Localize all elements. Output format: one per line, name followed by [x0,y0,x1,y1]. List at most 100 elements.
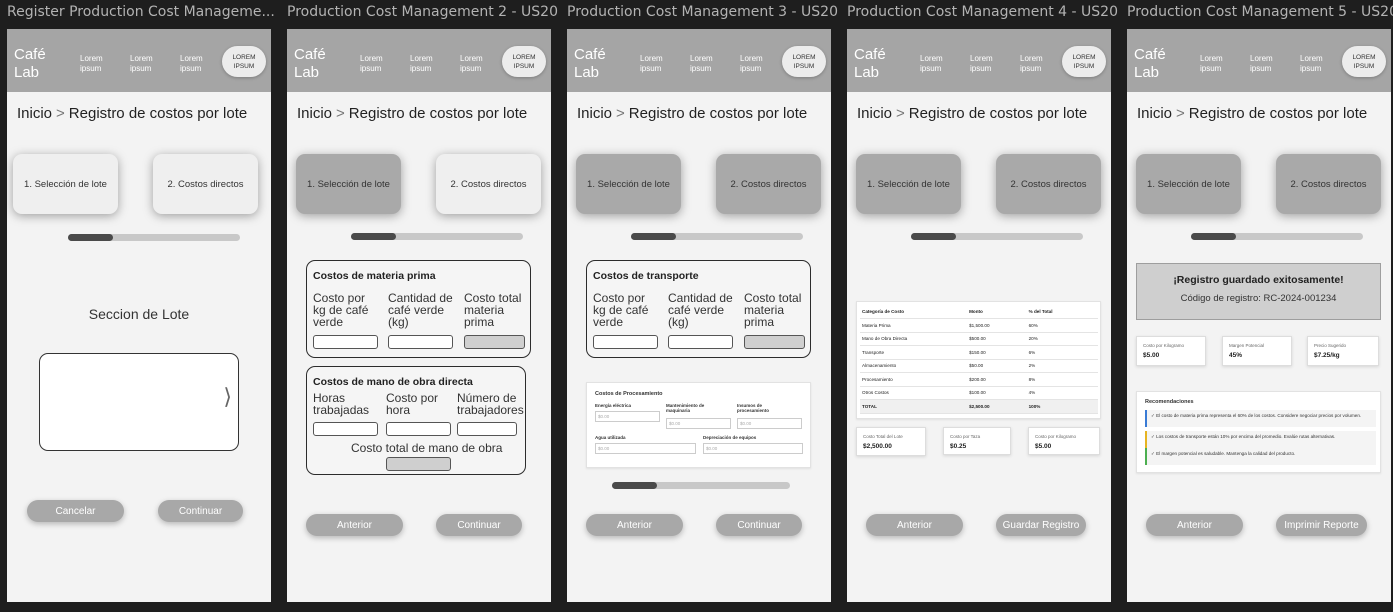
logo[interactable]: Café Lab [294,46,334,82]
header: Café Lab Lorem ipsum Lorem ipsum Lorem i… [7,29,271,92]
nav-item-3[interactable]: Lorem ipsum [1020,54,1060,74]
save-record-button[interactable]: Guardar Registro [996,514,1086,536]
step-direct-costs[interactable]: 2. Costos directos [1276,154,1381,214]
column-header: Monto [967,305,1027,319]
cell: 60% [1026,318,1098,333]
step-direct-costs[interactable]: 2. Costos directos [996,154,1101,214]
nav-item-1[interactable]: Lorem ipsum [360,54,400,74]
logo[interactable]: Café Lab [854,46,894,82]
metric-value: 45% [1229,352,1243,359]
summary-label: Costo por Taza [950,434,981,439]
lot-selector[interactable]: ⟩ [39,353,239,451]
breadcrumb-home[interactable]: Inicio [17,105,52,122]
header-action-button[interactable]: LOREM IPSUM [222,46,266,77]
breadcrumb-home[interactable]: Inicio [577,105,612,122]
print-report-button[interactable]: Imprimir Reporte [1276,514,1367,536]
supplies-input[interactable]: $0.00 [737,418,802,429]
cell: TOTAL [860,399,968,414]
metric-label: Margen Potencial [1229,343,1265,348]
step-lot-selection[interactable]: 1. Selección de lote [13,154,118,214]
step-lot-selection[interactable]: 1. Selección de lote [296,154,401,214]
breadcrumb-current: Registro de costos por lote [908,105,1088,122]
nav-item-2[interactable]: Lorem ipsum [970,54,1010,74]
header-action-button[interactable]: LOREM IPSUM [1062,46,1106,77]
water-input[interactable]: $0.00 [595,443,696,454]
header: Café Lab Lorem ipsum Lorem ipsum Lorem i… [567,29,831,92]
previous-button[interactable]: Anterior [866,514,963,536]
nav-item-3[interactable]: Lorem ipsum [1300,54,1340,74]
nav-item-2[interactable]: Lorem ipsum [410,54,450,74]
raw-material-title: Costos de materia prima [313,270,436,282]
cancel-button[interactable]: Cancelar [27,500,124,522]
previous-button[interactable]: Anterior [306,514,403,536]
progress-fill [612,482,657,489]
maintenance-input[interactable]: $0.00 [666,418,731,429]
nav-item-2[interactable]: Lorem ipsum [690,54,730,74]
breadcrumb-home[interactable]: Inicio [297,105,332,122]
column-header: Categoría de Costo [860,305,968,319]
quantity-input[interactable] [388,335,453,349]
recommendations-title: Recomendaciones [1145,399,1194,405]
nav-item-2[interactable]: Lorem ipsum [130,54,170,74]
header-action-button[interactable]: LOREM IPSUM [502,46,546,77]
previous-button[interactable]: Anterior [586,514,683,536]
nav-item-1[interactable]: Lorem ipsum [80,54,120,74]
header-action-button[interactable]: LOREM IPSUM [1342,46,1386,77]
cell: 20% [1026,332,1098,346]
breadcrumb-home[interactable]: Inicio [857,105,892,122]
hourly-rate-input[interactable] [386,422,451,436]
breadcrumb-home[interactable]: Inicio [1137,105,1172,122]
step-direct-costs[interactable]: 2. Costos directos [436,154,541,214]
chevron-right-icon[interactable]: ⟩ [223,384,232,410]
frame-title-1: Register Production Cost Manageme... [7,4,275,20]
breadcrumb-separator-icon: > [336,105,345,122]
previous-button[interactable]: Anterior [1146,514,1243,536]
cost-per-kg-input[interactable] [313,335,378,349]
step-lot-selection[interactable]: 1. Selección de lote [1136,154,1241,214]
table-row: Almacenamiento $50.00 2% [860,359,1098,373]
progress-fill [631,233,676,240]
table-header-row: Categoría de Costo Monto % del Total [860,305,1098,319]
step-direct-costs[interactable]: 2. Costos directos [153,154,258,214]
cell: $1,500.00 [967,318,1027,333]
recommendation-item: ✓ El margen potencial es saludable. Mant… [1145,448,1376,465]
nav-item-3[interactable]: Lorem ipsum [740,54,780,74]
nav-item-1[interactable]: Lorem ipsum [1200,54,1240,74]
depreciation-input[interactable]: $0.00 [703,443,803,454]
header-action-button[interactable]: LOREM IPSUM [782,46,826,77]
transport-cost-input[interactable] [593,335,658,349]
logo[interactable]: Café Lab [574,46,614,82]
electricity-input[interactable]: $0.00 [595,411,660,422]
field-label: Costo total materia prima [464,291,522,329]
nav-item-3[interactable]: Lorem ipsum [460,54,500,74]
nav-item-1[interactable]: Lorem ipsum [920,54,960,74]
step-lot-selection[interactable]: 1. Selección de lote [856,154,961,214]
transport-qty-input[interactable] [668,335,733,349]
frame-2: Café Lab Lorem ipsum Lorem ipsum Lorem i… [287,29,551,602]
metric-card-suggested-price: Precio Sugerido $7.25/kg [1307,336,1379,366]
continue-button[interactable]: Continuar [158,500,243,522]
frame-title-2: Production Cost Management 2 - US20 [287,4,558,20]
cell: 8% [1026,372,1098,387]
nav-item-3[interactable]: Lorem ipsum [180,54,220,74]
nav-item-2[interactable]: Lorem ipsum [1250,54,1290,74]
field-label: Horas trabajadas [313,391,370,417]
cell: Otros Costos [860,386,968,400]
step-direct-costs[interactable]: 2. Costos directos [716,154,821,214]
field-label: Insumos de procesamiento [737,403,770,413]
cell: Mano de Obra Directa [860,332,968,346]
cost-summary-table: Categoría de Costo Monto % del Total Mat… [860,305,1098,414]
workers-input[interactable] [457,422,517,436]
nav-item-1[interactable]: Lorem ipsum [640,54,680,74]
continue-button[interactable]: Continuar [436,514,522,536]
frame-title-3: Production Cost Management 3 - US20 [567,4,838,20]
hours-input[interactable] [313,422,378,436]
cell: $200.00 [967,372,1027,387]
logo[interactable]: Café Lab [14,46,54,82]
continue-button[interactable]: Continuar [716,514,802,536]
progress-fill [68,234,113,241]
header: Café Lab Lorem ipsum Lorem ipsum Lorem i… [847,29,1111,92]
logo[interactable]: Café Lab [1134,46,1174,82]
cell: $500.00 [967,332,1027,346]
step-lot-selection[interactable]: 1. Selección de lote [576,154,681,214]
